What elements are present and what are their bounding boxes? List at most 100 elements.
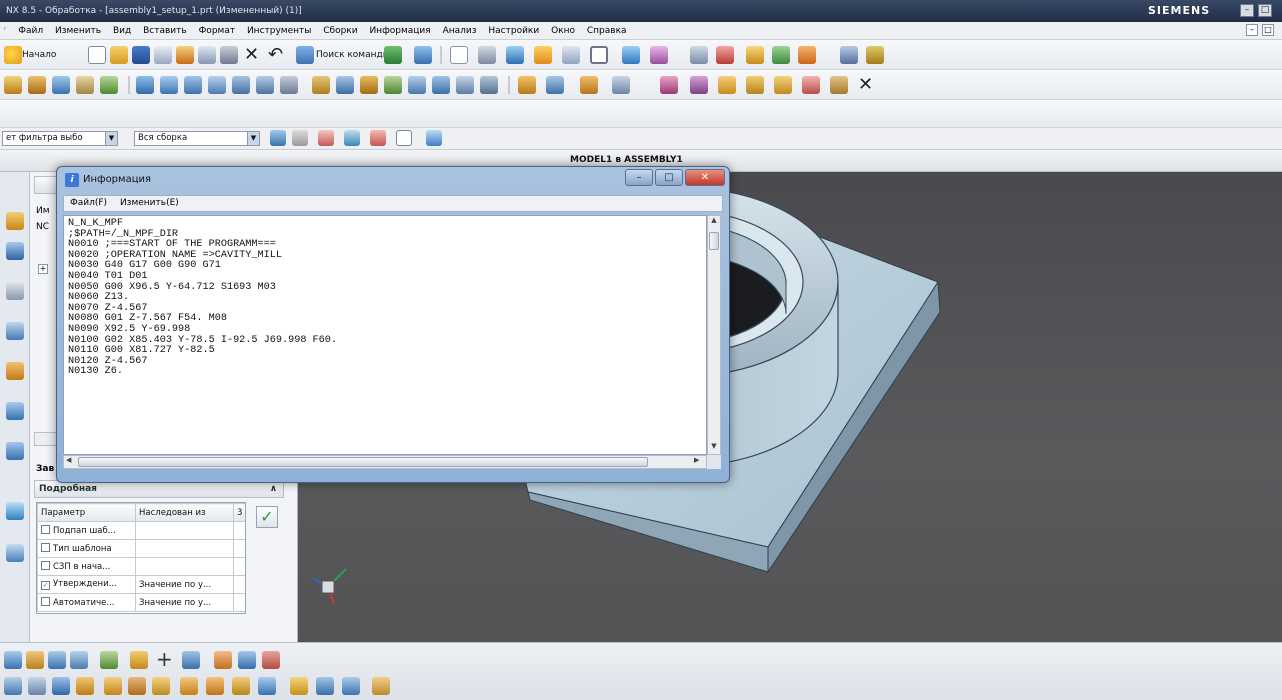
scope-dropdown[interactable]: Вся сборка ▼ [134, 131, 260, 146]
restore-button[interactable]: □ [1258, 4, 1272, 17]
nc-program-text[interactable]: N_N_K_MPF ;$PATH=/_N_MPF_DIR N0010 ;===S… [63, 215, 707, 455]
operation-navigator-tab-icon[interactable] [6, 212, 24, 230]
part-navigator-tab-icon[interactable] [6, 322, 24, 340]
menu-analysis[interactable]: Анализ [443, 22, 477, 40]
tangent-icon[interactable] [214, 651, 232, 669]
line-icon[interactable] [612, 76, 630, 94]
info-maximize-button[interactable]: □ [655, 169, 683, 186]
scroll-left-icon[interactable]: ◀ [66, 456, 76, 464]
vertical-scrollbar[interactable]: ▲ ▼ [707, 215, 721, 455]
simulate-icon[interactable] [408, 76, 426, 94]
shaded-view-icon[interactable] [506, 46, 524, 64]
menu-assemblies[interactable]: Сборки [323, 22, 357, 40]
web-browser-tab-icon[interactable] [6, 502, 24, 520]
mdi-minimize-button[interactable]: – [1246, 24, 1258, 36]
table-row[interactable]: Тип шаблона [37, 539, 245, 558]
method-view-icon[interactable] [184, 76, 202, 94]
geometry-view-icon[interactable] [160, 76, 178, 94]
layer-settings-icon[interactable] [450, 46, 468, 64]
column-header[interactable]: 3 [233, 503, 245, 522]
close-icon[interactable]: ✕ [858, 74, 873, 95]
save-icon[interactable] [132, 46, 150, 64]
start-menu-label[interactable]: Начало [22, 50, 56, 60]
horizontal-scroll-thumb[interactable] [78, 457, 648, 467]
list-path-icon[interactable] [360, 76, 378, 94]
expand-toggle[interactable]: + [38, 264, 48, 274]
create-method-icon[interactable] [28, 76, 46, 94]
fit-view-icon[interactable] [590, 46, 608, 64]
sketch-icon[interactable] [128, 677, 146, 695]
collapse-icon[interactable]: ∧ [270, 481, 277, 497]
gauge-icon[interactable] [746, 76, 764, 94]
roles-tab-icon[interactable] [6, 544, 24, 562]
info-menu-file[interactable]: Файл(F) [70, 198, 107, 208]
open-folder-icon[interactable] [110, 46, 128, 64]
assembly-icon[interactable] [180, 677, 198, 695]
info-title-bar[interactable]: i Информация [65, 171, 151, 189]
verify-icon[interactable] [798, 46, 816, 64]
shop-doc-icon[interactable] [456, 76, 474, 94]
scroll-down-icon[interactable]: ▼ [709, 442, 719, 454]
replay-path-icon[interactable] [336, 76, 354, 94]
menu-tools[interactable]: Инструменты [247, 22, 311, 40]
tool-path-icon[interactable] [746, 46, 764, 64]
snap-point-icon[interactable] [4, 651, 22, 669]
type-filter-dropdown[interactable]: ет фильтра выбо ▼ [2, 131, 118, 146]
rotate-view-icon[interactable] [622, 46, 640, 64]
navigator-root-item[interactable]: NC [36, 222, 49, 232]
tag-icon[interactable] [660, 76, 678, 94]
menu-preferences[interactable]: Настройки [488, 22, 539, 40]
scroll-up-icon[interactable]: ▲ [709, 216, 719, 228]
tool-view-icon[interactable] [136, 76, 154, 94]
reuse-library-tab-icon[interactable] [6, 362, 24, 380]
snap-settings-icon[interactable] [372, 677, 390, 695]
endpoint-icon[interactable] [370, 130, 386, 146]
thickness-icon[interactable] [718, 76, 736, 94]
select-icon[interactable] [292, 130, 308, 146]
quadrant-icon[interactable] [182, 651, 200, 669]
chain-icon[interactable] [206, 677, 224, 695]
row-checkbox[interactable] [41, 525, 50, 534]
output-cls-icon[interactable] [480, 76, 498, 94]
filter-edge-icon[interactable] [342, 677, 360, 695]
start-icon[interactable] [4, 46, 22, 64]
program-view-icon[interactable] [208, 76, 226, 94]
info-close-button[interactable]: ✕ [685, 169, 725, 186]
point-icon[interactable] [26, 651, 44, 669]
table-row[interactable]: Подпап шаб... [37, 521, 245, 540]
feature-icon[interactable] [76, 677, 94, 695]
render-style-icon[interactable] [650, 46, 668, 64]
command-search-label[interactable]: Поиск команды [316, 50, 390, 60]
machine-navigator-tab-icon[interactable] [6, 402, 24, 420]
view-orient-icon[interactable] [426, 130, 442, 146]
row-checkbox[interactable] [41, 543, 50, 552]
row-checkbox[interactable] [41, 597, 50, 606]
vertical-scroll-thumb[interactable] [709, 232, 719, 250]
ok-checkmark-icon[interactable]: ✓ [256, 506, 278, 528]
menu-help[interactable]: Справка [587, 22, 627, 40]
display-object-icon[interactable] [280, 76, 298, 94]
program-order-icon[interactable] [100, 76, 118, 94]
filter-icon[interactable] [318, 130, 334, 146]
row-checkbox-checked[interactable]: ✓ [41, 581, 50, 590]
mdi-restore-button[interactable]: □ [1262, 24, 1274, 36]
cursor-icon[interactable] [562, 46, 580, 64]
lock-icon[interactable] [774, 76, 792, 94]
print-icon[interactable] [154, 46, 172, 64]
create-program-icon[interactable] [384, 46, 402, 64]
info-minimize-button[interactable]: – [625, 169, 653, 186]
menu-file[interactable]: Файл [18, 22, 43, 40]
feed-rate-icon[interactable] [518, 76, 536, 94]
datum-icon[interactable] [152, 677, 170, 695]
table-row[interactable]: СЗП в нача... [37, 557, 245, 576]
section-view-icon[interactable] [690, 46, 708, 64]
menu-format[interactable]: Формат [199, 22, 236, 40]
column-header[interactable]: Параметр [37, 503, 136, 522]
existing-point-icon[interactable] [238, 651, 256, 669]
curve-icon[interactable] [4, 677, 22, 695]
edit-object-icon[interactable] [232, 76, 250, 94]
menu-window[interactable]: Окно [551, 22, 575, 40]
box-select-icon[interactable] [396, 130, 412, 146]
menu-view[interactable]: Вид [113, 22, 131, 40]
pole-icon[interactable] [262, 651, 280, 669]
